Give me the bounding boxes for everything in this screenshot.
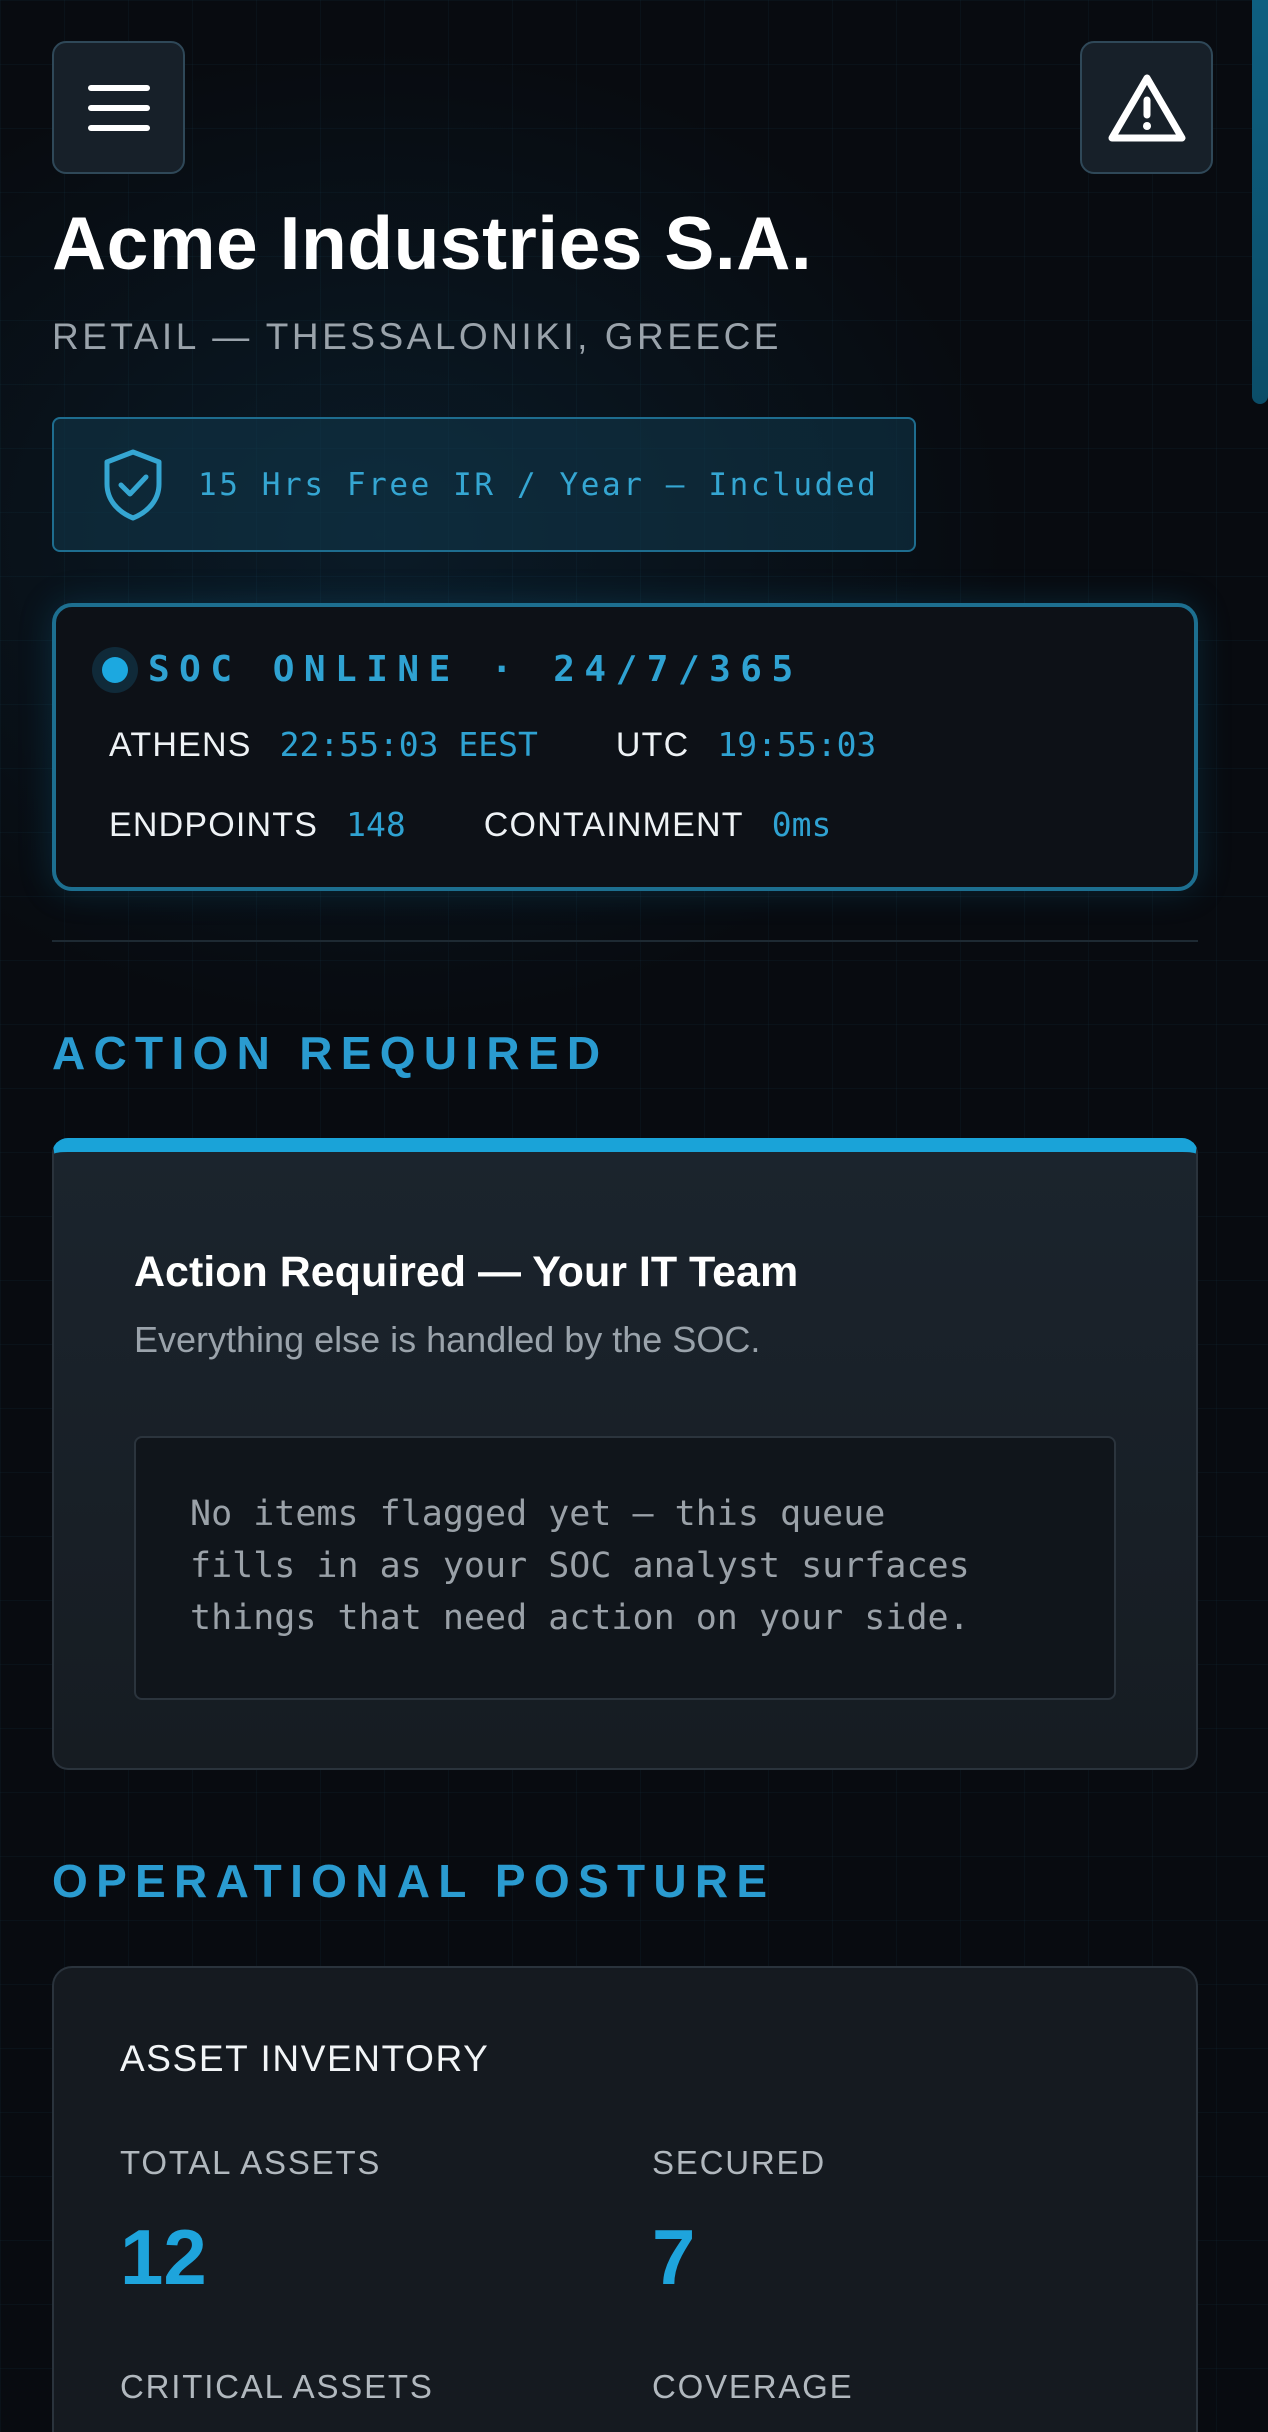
queue-message-line: fills in as your SOC analyst surfaces [190,1546,970,1586]
alert-button[interactable] [1080,41,1213,174]
queue-message-line: No items flagged yet — this queue [190,1494,886,1534]
operational-posture-heading: OPERATIONAL POSTURE [52,1855,776,1907]
containment-value: 0ms [771,805,832,844]
total-assets-value: 12 [120,2213,207,2301]
hamburger-menu-icon [87,84,150,131]
clock-row: ATHENS 22:55:03 EEST UTC 19:55:03 [109,725,876,765]
action-required-heading: ACTION REQUIRED [52,1027,609,1079]
action-required-card: Action Required — Your IT Team Everythin… [52,1138,1198,1770]
action-card-title: Action Required — Your IT Team [134,1248,799,1296]
menu-button[interactable] [52,41,185,174]
ir-hours-badge: 15 Hrs Free IR / Year — Included [52,417,916,552]
metrics-row: ENDPOINTS 148 CONTAINMENT 0ms [109,805,831,845]
company-name: Acme Industries S.A. [52,201,813,285]
asset-inventory-card: ASSET INVENTORY TOTAL ASSETS 12 SECURED … [52,1966,1198,2432]
section-divider [52,940,1198,942]
athens-time: 22:55:03 EEST [279,725,538,764]
scrollbar-thumb[interactable] [1252,0,1268,404]
online-indicator-dot [102,656,128,683]
containment-label: CONTAINMENT [483,806,744,844]
page-scrollbar[interactable] [1252,0,1268,2432]
total-assets-label: TOTAL ASSETS [120,2144,382,2181]
utc-time: 19:55:03 [717,725,877,764]
ir-hours-text: 15 Hrs Free IR / Year — Included [198,466,879,503]
shield-check-icon [104,449,162,520]
athens-label: ATHENS [109,726,252,764]
action-card-subtitle: Everything else is handled by the SOC. [134,1319,761,1360]
secured-value: 7 [652,2213,696,2301]
soc-status-text: SOC ONLINE · 24/7/365 [148,649,803,690]
endpoints-label: ENDPOINTS [109,806,319,844]
endpoints-value: 148 [346,805,406,844]
soc-status-panel: SOC ONLINE · 24/7/365 ATHENS 22:55:03 EE… [52,603,1198,891]
critical-assets-label: CRITICAL ASSETS [120,2368,434,2405]
soc-status-header: SOC ONLINE · 24/7/365 [102,649,803,690]
warning-triangle-icon [1108,74,1185,141]
action-queue-empty-state: No items flagged yet — this queue fills … [134,1436,1116,1700]
coverage-label: COVERAGE [652,2368,854,2405]
company-subtitle: RETAIL — THESSALONIKI, GREECE [52,316,782,357]
utc-label: UTC [615,726,690,764]
secured-label: SECURED [652,2144,826,2181]
asset-inventory-title: ASSET INVENTORY [120,2038,490,2079]
dashboard-page: Acme Industries S.A. RETAIL — THESSALONI… [0,0,1268,2432]
queue-message-line: things that need action on your side. [190,1598,970,1638]
